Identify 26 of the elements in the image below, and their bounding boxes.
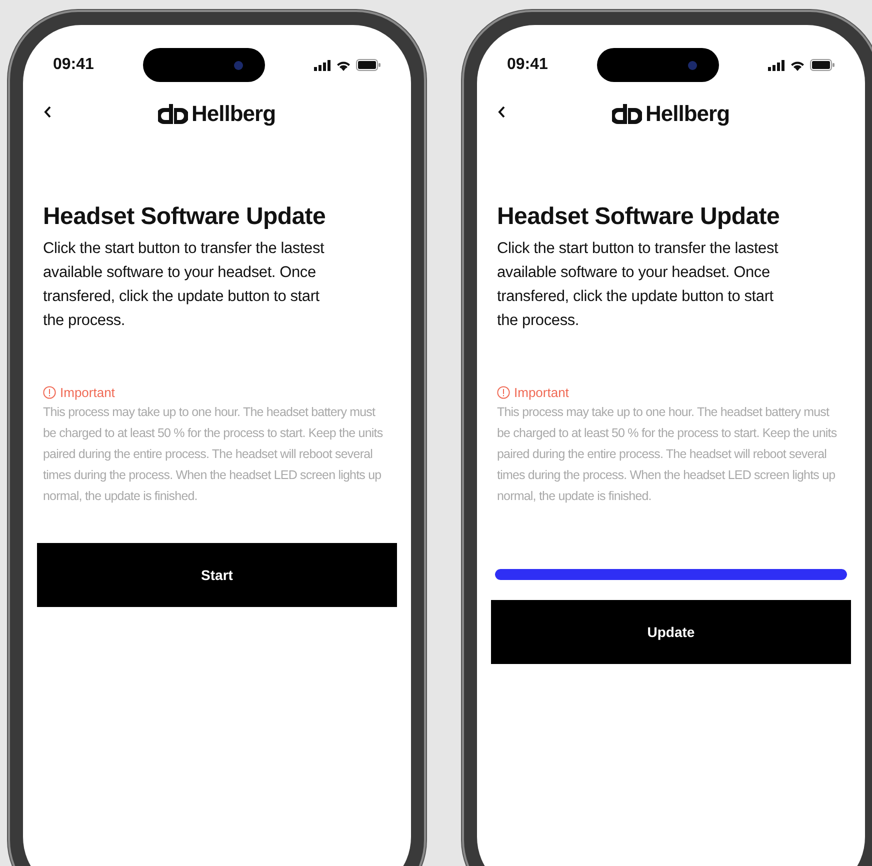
status-time: 09:41 [507, 56, 548, 74]
description-text: Click the start button to transfer the lastest available software to your headset. Once transfered, click the update button to start the process. [497, 239, 780, 331]
wifi-icon [790, 60, 805, 70]
battery-icon [810, 59, 835, 71]
logo-icon [612, 104, 642, 124]
notice-text: This process may take up to one hour. The headset battery must be charged to at least 50 % for the process to start. Keep the units paired during the entire process. The headset will reboot several times during the process. When the headset LED screen lights up normal, the update is finished. [497, 404, 838, 505]
action-button[interactable]: Update [491, 600, 851, 664]
description-text: Click the start button to transfer the lastest available software to your headset. Once transfered, click the update button to start the process. [43, 239, 326, 331]
signal-icon [314, 60, 331, 70]
battery-icon [356, 59, 381, 71]
warning-icon [497, 386, 510, 399]
important-label: Important [514, 385, 569, 400]
logo-icon [158, 104, 188, 124]
brand-name: Hellberg [191, 101, 276, 127]
notice-text: This process may take up to one hour. The headset battery must be charged to at least 50 % for the process to start. Keep the units paired during the entire process. The headset will reboot several times during the process. When the headset LED screen lights up normal, the update is finished. [43, 404, 384, 505]
page-title: Headset Software Update [43, 203, 327, 231]
warning-icon [43, 386, 56, 399]
action-button[interactable]: Start [37, 543, 397, 607]
back-chevron-icon[interactable] [497, 105, 507, 119]
signal-icon [768, 60, 785, 70]
status-time: 09:41 [53, 56, 94, 74]
brand-name: Hellberg [645, 101, 730, 127]
important-label: Important [60, 385, 115, 400]
back-chevron-icon[interactable] [43, 105, 53, 119]
page-title: Headset Software Update [497, 203, 781, 231]
wifi-icon [336, 60, 351, 70]
